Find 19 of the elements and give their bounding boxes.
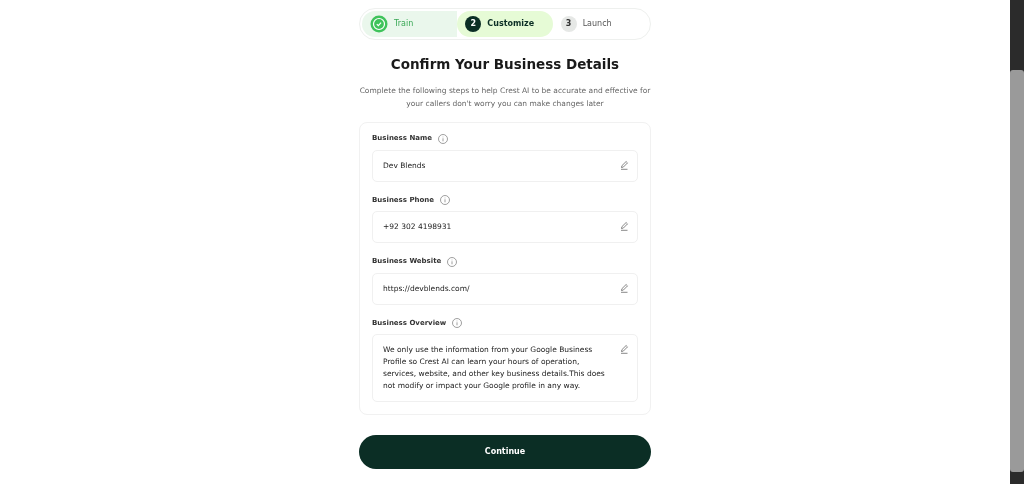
scrollbar-thumb[interactable] [1010, 70, 1024, 472]
info-icon[interactable] [440, 195, 451, 205]
continue-button[interactable]: Continue [359, 435, 651, 470]
step-number: 2 [465, 16, 482, 32]
pencil-icon[interactable] [620, 282, 629, 293]
check-circle-icon [370, 15, 388, 33]
pencil-icon[interactable] [620, 344, 629, 355]
step-label: Train [394, 18, 414, 30]
info-icon[interactable] [438, 133, 448, 144]
step-tab[interactable]: 2 Customize [457, 11, 553, 37]
pencil-icon[interactable] [620, 221, 629, 232]
step-label: Launch [582, 18, 612, 30]
step-tab[interactable]: 3 Launch [552, 11, 648, 37]
step-number: 3 [560, 16, 577, 32]
pencil-icon[interactable] [620, 159, 629, 170]
info-icon[interactable] [447, 256, 458, 267]
step-label: Customize [487, 18, 535, 30]
info-icon[interactable] [452, 318, 463, 328]
page-title: Confirm Your Business Details [390, 55, 620, 74]
